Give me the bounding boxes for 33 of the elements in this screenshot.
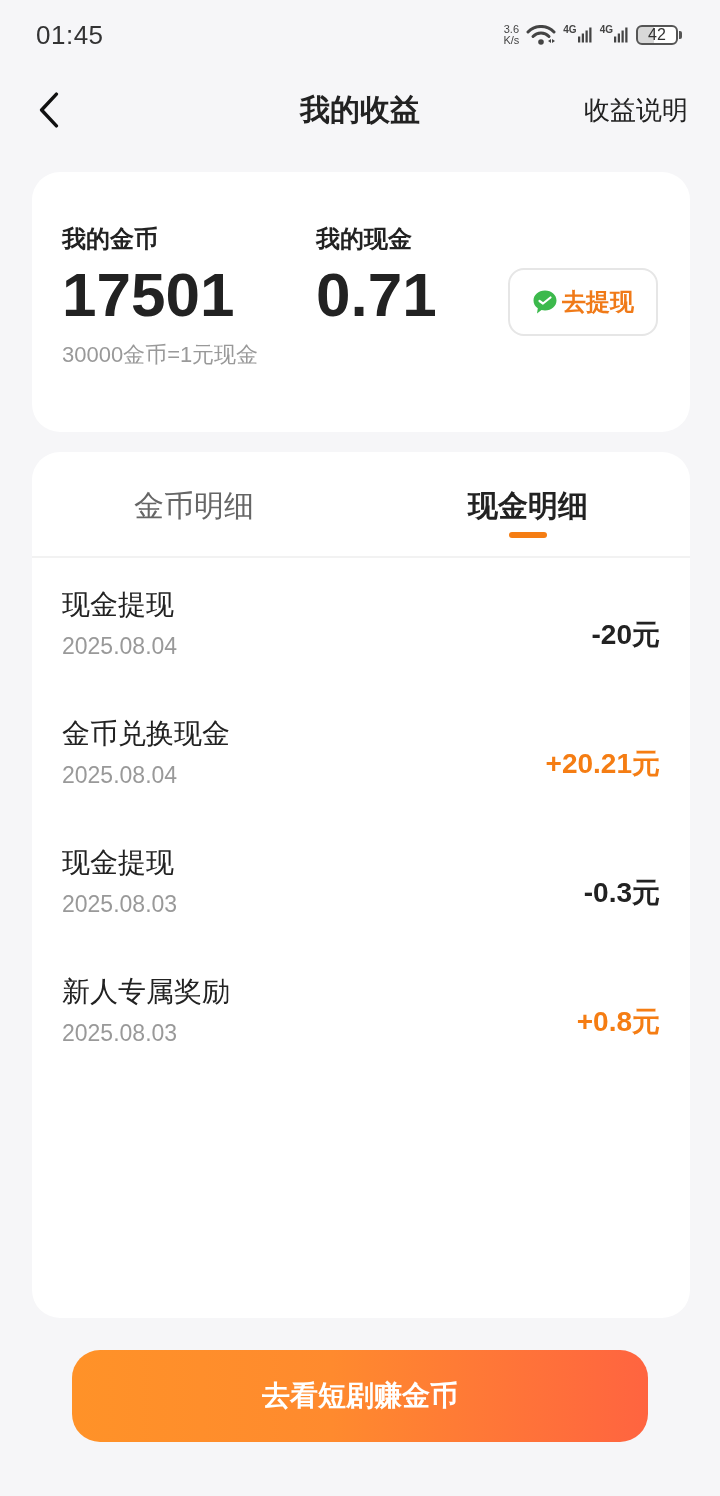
record-title: 现金提现 — [62, 846, 175, 880]
stat-label: 我的金币 — [62, 224, 159, 254]
chat-bubble-check-icon — [532, 289, 558, 315]
network-speed: 3.6 — [503, 24, 519, 35]
stat-label: 我的现金 — [316, 224, 413, 254]
wifi-icon — [526, 25, 557, 45]
earnings-info-link[interactable]: 收益说明 — [584, 92, 688, 128]
details-tab[interactable]: 金币明细 — [134, 486, 254, 526]
conversion-rate-note: 30000金币=1元现金 — [62, 341, 260, 369]
record-amount: -0.3元 — [583, 875, 660, 910]
record-amount: +0.8元 — [576, 1004, 660, 1039]
stat-value: 0.71 — [316, 259, 438, 331]
record-amount: +20.21元 — [545, 746, 660, 781]
network-type-label: 4G — [563, 24, 577, 35]
record-title: 现金提现 — [62, 588, 175, 622]
battery-indicator: 42 — [636, 25, 682, 45]
back-chevron-icon — [38, 92, 60, 128]
record-date: 2025.08.03 — [62, 1019, 179, 1048]
record-amount: -20元 — [591, 617, 660, 652]
record-date: 2025.08.04 — [62, 632, 178, 661]
record-date: 2025.08.04 — [62, 761, 179, 790]
signal-bars-icon — [577, 26, 593, 44]
stat-value: 17501 — [62, 259, 236, 331]
record-date: 2025.08.03 — [62, 890, 178, 919]
page-title: 我的收益 — [300, 91, 420, 128]
record-title: 金币兑换现金 — [62, 717, 230, 751]
details-tab[interactable]: 现金明细 — [468, 486, 588, 526]
status-time: 01:45 — [36, 19, 104, 51]
network-speed-unit: K/s — [503, 35, 520, 46]
active-tab-indicator — [509, 532, 547, 538]
signal-bars-icon — [614, 26, 629, 44]
record-title: 新人专属奖励 — [62, 975, 230, 1009]
network-type-label: 4G — [599, 24, 613, 35]
